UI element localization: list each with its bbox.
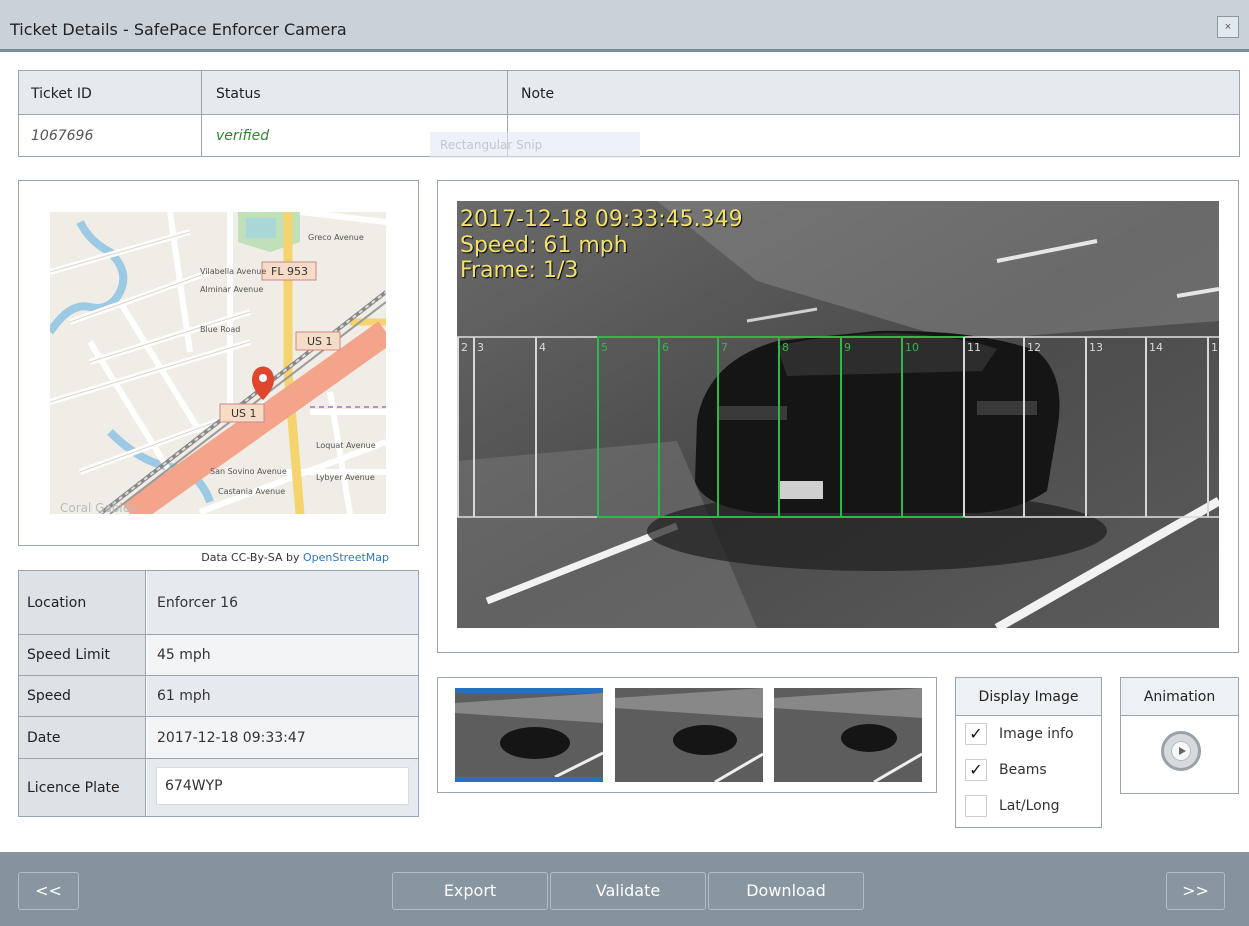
beam-label-11: 11 [967,341,981,354]
capture-frame: Frame: 1/3 [460,258,579,283]
display-image-title: Display Image [956,678,1101,716]
option-image-info[interactable]: ✓ Image info [965,722,1074,746]
licence-plate-label: Licence Plate [19,759,146,816]
street-label: Alminar Avenue [200,285,263,294]
window-title: Ticket Details - SafePace Enforcer Camer… [10,20,347,39]
play-icon [1171,741,1191,761]
option-beams-label: Beams [999,762,1047,778]
option-image-info-label: Image info [999,726,1074,742]
checkbox-lat-long[interactable] [965,795,987,817]
beam-label-8: 8 [782,341,789,354]
beam-label-10: 10 [905,341,919,354]
export-button[interactable]: Export [392,872,548,910]
capture-speed: Speed: 61 mph [460,233,628,258]
display-image-panel: Display Image ✓ Image info ✓ Beams Lat/L… [955,677,1102,828]
beam-label-13: 13 [1089,341,1103,354]
download-button[interactable]: Download [708,872,864,910]
beam-label-7: 7 [721,341,728,354]
shield-us1-upper: US 1 [307,335,333,348]
openstreetmap-link[interactable]: OpenStreetMap [303,551,389,564]
street-label: Vilabella Avenue [200,267,266,276]
detail-row-date: Date 2017-12-18 09:33:47 [19,717,418,759]
date-value: 2017-12-18 09:33:47 [147,717,418,758]
map-attribution: Data CC-By-SA by OpenStreetMap [201,551,389,564]
street-label: Greco Avenue [308,233,364,242]
street-label: Lybyer Avenue [316,473,375,482]
detail-row-location: Location Enforcer 16 [19,571,418,635]
street-map[interactable]: FL 953 US 1 US 1 Blue Road Greco Avenue … [50,212,386,514]
beam-label-5: 5 [601,341,608,354]
beam-label-6: 6 [662,341,669,354]
shield-fl953: FL 953 [271,265,308,278]
option-lat-long-label: Lat/Long [999,798,1060,814]
capture-image[interactable]: 2 3 4 5 6 7 8 9 10 11 12 13 14 1 2017-12-18 09:33:45.… [457,201,1219,628]
capture-timestamp: 2017-12-18 09:33:45.349 [460,207,743,232]
location-value: Enforcer 16 [147,571,418,634]
title-bar: Ticket Details - SafePace Enforcer Camer… [0,0,1249,52]
ticket-id-value: 1067696 [31,128,94,144]
header-ticket-id: Ticket ID [31,86,92,102]
header-status: Status [216,86,261,102]
speed-limit-label: Speed Limit [19,635,146,675]
detail-row-speed-limit: Speed Limit 45 mph [19,635,418,676]
checkbox-image-info[interactable]: ✓ [965,723,987,745]
district-label: Coral Gables [60,501,136,514]
beam-label-14: 14 [1149,341,1163,354]
date-label: Date [19,717,146,758]
beam-label-12: 12 [1027,341,1041,354]
option-lat-long[interactable]: Lat/Long [965,794,1059,818]
thumbnail-strip [437,677,937,793]
animation-title: Animation [1121,678,1238,716]
beam-label-2: 2 [461,341,468,354]
thumbnail-frame-1[interactable] [455,688,603,782]
option-beams[interactable]: ✓ Beams [965,758,1047,782]
beam-label-4: 4 [539,341,546,354]
play-button[interactable] [1161,731,1201,771]
animation-panel: Animation [1120,677,1239,794]
detail-row-speed: Speed 61 mph [19,676,418,717]
shield-us1-lower: US 1 [231,407,257,420]
snip-tool-overlay: Rectangular Snip [430,132,640,158]
beam-label-1: 1 [1211,341,1218,354]
thumbnail-frame-3[interactable] [774,688,922,782]
footer-toolbar: << Export Validate Download >> [0,852,1249,926]
speed-value: 61 mph [147,676,418,716]
thumbnail-frame-2[interactable] [615,688,763,782]
column-divider [201,71,202,156]
map-panel: FL 953 US 1 US 1 Blue Road Greco Avenue … [18,180,419,546]
licence-plate-cell [147,759,418,816]
close-button[interactable]: × [1217,16,1239,38]
checkbox-beams[interactable]: ✓ [965,759,987,781]
licence-plate-input[interactable] [156,767,409,805]
detail-row-licence-plate: Licence Plate [19,759,418,816]
beam-label-9: 9 [844,341,851,354]
ticket-status-value: verified [216,128,270,144]
street-label: San Sovino Avenue [210,467,287,476]
vehicle [695,330,1060,513]
location-label: Location [19,571,146,634]
validate-button[interactable]: Validate [550,872,706,910]
next-button[interactable]: >> [1166,872,1225,910]
street-label: Castania Avenue [218,487,285,496]
previous-button[interactable]: << [18,872,79,910]
street-label: Loquat Avenue [316,441,376,450]
ticket-details-table: Location Enforcer 16 Speed Limit 45 mph … [18,570,419,817]
speed-limit-value: 45 mph [147,635,418,675]
ticket-table-header [19,71,1239,115]
capture-image-panel: 2 3 4 5 6 7 8 9 10 11 12 13 14 1 2017-12-18 09:33:45.… [437,180,1239,653]
street-label: Blue Road [200,325,240,334]
beam-label-3: 3 [477,341,484,354]
header-note: Note [521,86,555,102]
speed-label: Speed [19,676,146,716]
